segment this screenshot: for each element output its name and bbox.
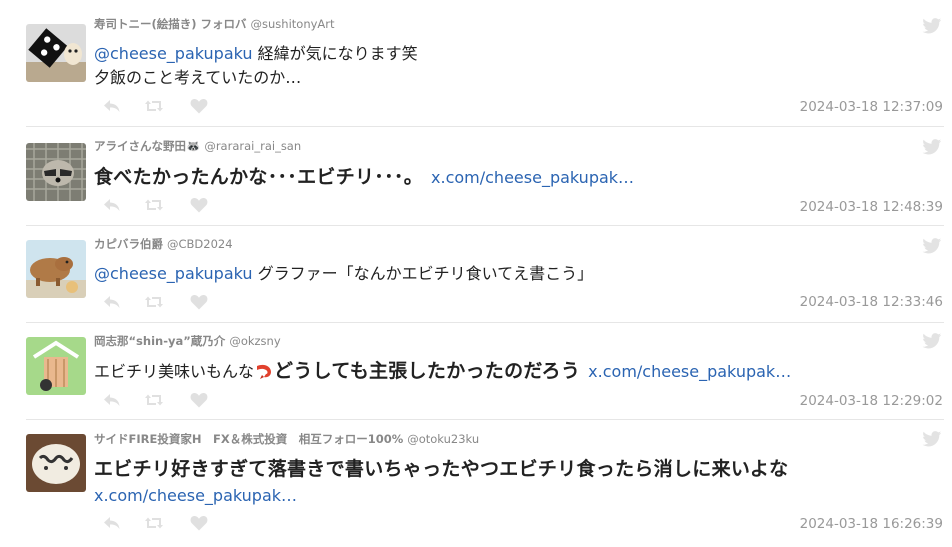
timestamp[interactable]: 2024-03-18 12:48:39	[800, 199, 943, 215]
user-handle[interactable]: @sushitonyArt	[251, 17, 335, 31]
tweet-text: @cheese_pakupaku グラファー「なんかエビチリ食いてえ書こう」	[94, 262, 593, 286]
tweet-link[interactable]: x.com/cheese_pakupak…	[94, 486, 297, 505]
retweet-icon[interactable]	[144, 293, 164, 311]
tweet-text-body: エビチリ美味いもんな	[94, 362, 255, 381]
user-handle[interactable]: @okzsny	[229, 334, 280, 348]
tweet-text-body: 経緯が気になります笑	[252, 44, 418, 63]
divider	[26, 126, 944, 127]
tweet-text: エビチリ美味いもんな どうしても主張したかったのだろう x.com/cheese_…	[94, 359, 791, 384]
display-name[interactable]: カピバラ伯爵	[94, 237, 163, 251]
timestamp[interactable]: 2024-03-18 12:29:02	[800, 393, 943, 409]
reply-icon[interactable]	[102, 196, 122, 214]
retweet-icon[interactable]	[144, 514, 164, 532]
user-handle[interactable]: @CBD2024	[167, 237, 233, 251]
tweet-text-body: エビチリ好きすぎて落書きで書いちゃったやつエビチリ食ったら消しに来いよな	[94, 458, 789, 480]
reply-icon[interactable]	[102, 514, 122, 532]
display-name[interactable]: 寿司トニー(絵描き) フォロバ	[94, 17, 247, 31]
tweet-text-line-2: x.com/cheese_pakupak…	[94, 484, 297, 508]
mention-link[interactable]: @cheese_pakupaku	[94, 44, 253, 63]
tweet-text: @cheese_pakupaku 経緯が気になります笑	[94, 42, 418, 66]
tweet-header: 岡志那“shin-ya”蔵乃介 @okzsny	[94, 333, 281, 349]
retweet-icon[interactable]	[144, 391, 164, 409]
tweet-text-line-2: 夕飯のこと考えていたのか…	[94, 66, 301, 90]
avatar[interactable]	[26, 434, 86, 492]
divider	[26, 419, 944, 420]
display-name[interactable]: 岡志那“shin-ya”蔵乃介	[94, 334, 225, 348]
reply-icon[interactable]	[102, 293, 122, 311]
retweet-icon[interactable]	[144, 97, 164, 115]
avatar[interactable]	[26, 337, 86, 395]
tweet-header: アライさんな野田🦝 @rararai_rai_san	[94, 138, 301, 154]
divider	[26, 225, 944, 226]
display-name[interactable]: サイドFIRE投資家H FX＆株式投資 相互フォロー100%	[94, 432, 403, 446]
reply-icon[interactable]	[102, 391, 122, 409]
divider	[26, 322, 944, 323]
twitter-bird-icon	[922, 18, 942, 34]
tweet-text-body: グラファー「なんかエビチリ食いてえ書こう」	[252, 264, 594, 283]
timestamp[interactable]: 2024-03-18 12:37:09	[800, 99, 943, 115]
timestamp[interactable]: 2024-03-18 12:33:46	[800, 294, 943, 310]
timestamp[interactable]: 2024-03-18 16:26:39	[800, 516, 943, 532]
heart-icon[interactable]	[189, 514, 209, 532]
avatar[interactable]	[26, 240, 86, 298]
tweet-header: カピバラ伯爵 @CBD2024	[94, 236, 233, 252]
tweet-header: 寿司トニー(絵描き) フォロバ @sushitonyArt	[94, 16, 335, 32]
twitter-bird-icon	[922, 139, 942, 155]
tweet-text-body: 食べたかったんかな･･･エビチリ･･･。	[94, 166, 424, 188]
tweet-link[interactable]: x.com/cheese_pakupak…	[588, 362, 791, 381]
heart-icon[interactable]	[189, 196, 209, 214]
heart-icon[interactable]	[189, 293, 209, 311]
display-name[interactable]: アライさんな野田🦝	[94, 139, 200, 153]
user-handle[interactable]: @rararai_rai_san	[204, 139, 301, 153]
avatar[interactable]	[26, 143, 86, 201]
reply-icon[interactable]	[102, 97, 122, 115]
tweet-link[interactable]: x.com/cheese_pakupak…	[431, 168, 634, 187]
shrimp-icon	[254, 362, 274, 380]
avatar[interactable]	[26, 24, 86, 82]
heart-icon[interactable]	[189, 391, 209, 409]
twitter-bird-icon	[922, 431, 942, 447]
heart-icon[interactable]	[189, 97, 209, 115]
tweet-text: エビチリ好きすぎて落書きで書いちゃったやつエビチリ食ったら消しに来いよな	[94, 457, 788, 482]
tweet-text-emphasis: どうしても主張したかったのだろう	[274, 360, 581, 382]
twitter-bird-icon	[922, 238, 942, 254]
tweet-header: サイドFIRE投資家H FX＆株式投資 相互フォロー100% @otoku23ku	[94, 431, 479, 447]
mention-link[interactable]: @cheese_pakupaku	[94, 264, 253, 283]
tweet-text-body: 夕飯のこと考えていたのか…	[94, 68, 302, 87]
twitter-bird-icon	[922, 333, 942, 349]
user-handle[interactable]: @otoku23ku	[407, 432, 479, 446]
tweet-text: 食べたかったんかな･･･エビチリ･･･。 x.com/cheese_pakupak…	[94, 165, 634, 190]
retweet-icon[interactable]	[144, 196, 164, 214]
